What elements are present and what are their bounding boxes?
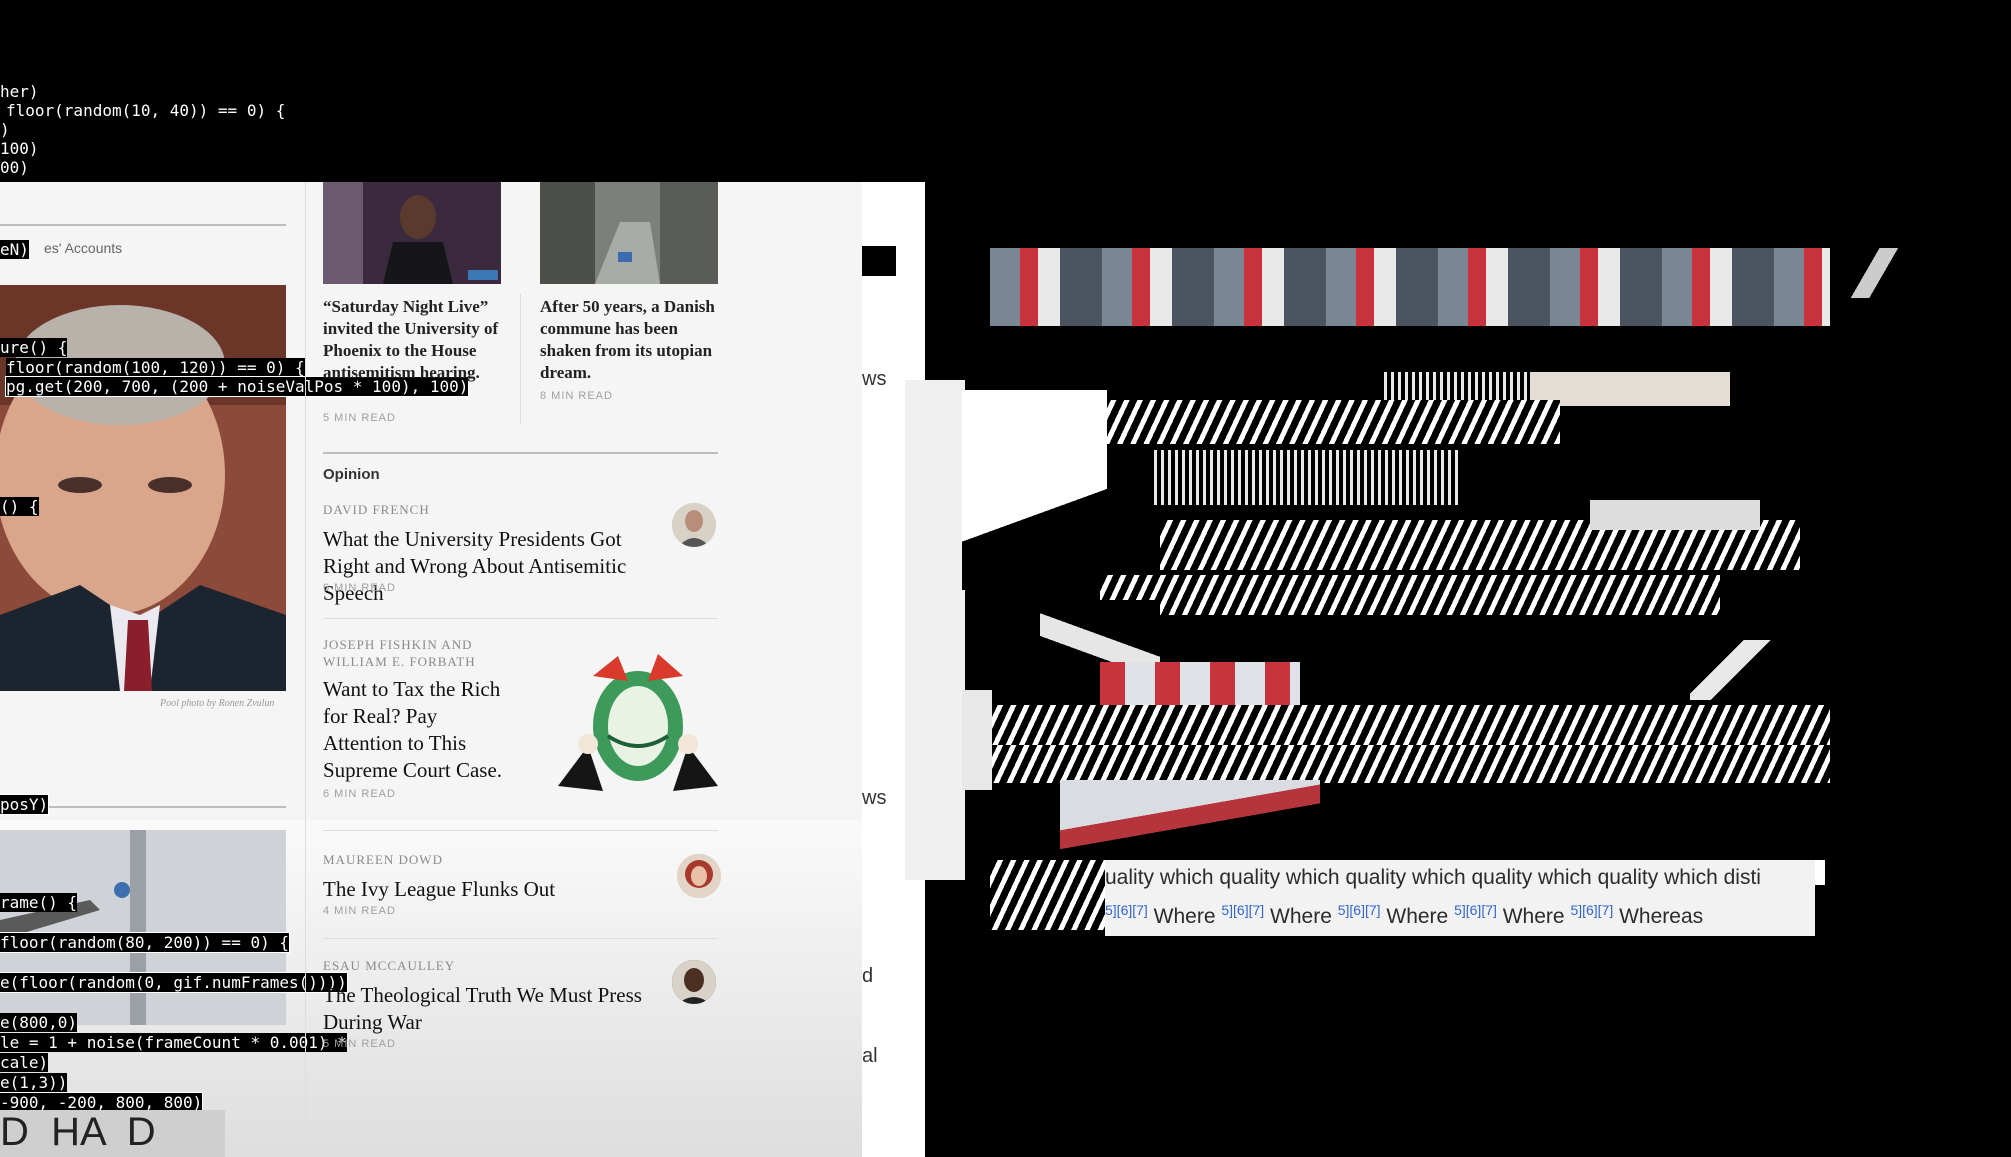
accounts-label: es' Accounts (44, 240, 123, 256)
code-fragment: eN) (0, 240, 29, 259)
glitch-block (1815, 860, 1825, 885)
code-line: floor(random(10, 40)) == 0) { (6, 101, 286, 120)
code-line: e(800,0) (0, 1013, 78, 1032)
author-byline[interactable]: ESAU MCCAULLEY (323, 958, 455, 974)
glitch-block (1150, 450, 1460, 505)
glitch-edge (905, 380, 965, 880)
divider (323, 618, 718, 619)
edge-text-fragment: d (862, 965, 874, 987)
code-line: cale) (0, 1053, 49, 1072)
divider (323, 938, 718, 939)
read-time: 5 MIN READ (323, 1038, 396, 1050)
glitch-block (962, 390, 1107, 590)
code-line: ) (0, 120, 10, 139)
read-time: 8 MIN READ (540, 390, 613, 402)
glitch-block (962, 690, 992, 790)
opinion-headline[interactable]: The Ivy League Flunks Out (323, 876, 653, 903)
column-rule (305, 182, 306, 1157)
edge-text-fragment: al (862, 1045, 878, 1067)
code-line: rame() { (0, 893, 78, 912)
wiki-word: Whereas (1619, 905, 1704, 928)
code-line: ure() { (0, 338, 68, 357)
glitch-block (990, 860, 1105, 930)
code-line: posY) (0, 794, 50, 815)
citation-refs[interactable]: 5][6][7] (1221, 902, 1264, 918)
glitch-block (1530, 372, 1730, 406)
building-illustration (0, 830, 286, 1025)
code-line: le = 1 + noise(frameCount * 0.001) * (0, 1033, 347, 1052)
glitch-block (1590, 500, 1760, 530)
code-line: floor(random(100, 120)) == 0) { (6, 358, 305, 377)
opinion-headline[interactable]: The Theological Truth We Must Press Duri… (323, 982, 653, 1036)
glitch-block (1830, 248, 1925, 298)
opinion-headline[interactable]: Want to Tax the Rich for Real? Pay Atten… (323, 676, 518, 784)
story-headline[interactable]: After 50 years, a Danish commune has bee… (540, 296, 720, 384)
glitch-block (1690, 640, 1810, 700)
citation-refs[interactable]: 5][6][7] (1338, 902, 1381, 918)
wiki-word: Where (1502, 905, 1565, 928)
code-line: her) (0, 82, 39, 101)
photo-credit: Pool photo by Ronen Zvulun (160, 698, 275, 709)
code-line: floor(random(80, 200)) == 0) { (0, 932, 290, 953)
author-byline[interactable]: DAVID FRENCH (323, 502, 430, 518)
edge-text-fragment: ws (862, 368, 887, 390)
divider (0, 224, 286, 226)
divider (323, 452, 718, 454)
wiki-text-strip: uality which quality which quality which… (1105, 860, 1815, 936)
wiki-word: Where (1386, 905, 1449, 928)
citation-refs[interactable]: 5][6][7] (1570, 902, 1613, 918)
glitch-block (1040, 600, 1160, 670)
code-line: e(floor(random(0, gif.numFrames()))) (0, 972, 348, 993)
wiki-text-row: uality which quality which quality which… (1105, 866, 1761, 889)
opinion-headline[interactable]: What the University Presidents Got Right… (323, 526, 653, 607)
author-byline[interactable]: JOSEPH FISHKIN AND WILLIAM E. FORBATH (323, 636, 503, 670)
commune-photo[interactable] (540, 182, 718, 284)
citation-refs[interactable]: 5][6][7] (1454, 902, 1497, 918)
wiki-word: Where (1153, 905, 1216, 928)
building-photo (0, 830, 286, 1025)
glitch-block (990, 705, 1830, 745)
citation-refs[interactable]: 5][6][7] (1105, 902, 1148, 918)
code-line: 100) (0, 139, 39, 158)
read-time: 6 MIN READ (323, 582, 396, 594)
glitch-block (1100, 575, 1720, 615)
glitch-block (990, 745, 1830, 783)
glitch-photo-strip (990, 248, 1830, 326)
money-court-illustration (558, 654, 718, 791)
opinion-label[interactable]: Opinion (323, 466, 380, 483)
opinion-illustration (548, 636, 728, 811)
read-time: 4 MIN READ (323, 905, 396, 917)
author-avatar (672, 960, 716, 1004)
glitch-edge (862, 246, 896, 276)
edge-text-fragment: ws (862, 787, 887, 809)
author-byline[interactable]: MAUREEN DOWD (323, 852, 443, 868)
code-line: 00) (0, 158, 29, 177)
commune-illustration (540, 182, 718, 284)
code-line: e(1,3)) (0, 1073, 68, 1092)
author-avatar (677, 854, 721, 898)
glitch-block (1060, 780, 1320, 860)
wiki-word: Where (1270, 905, 1332, 928)
snl-photo[interactable] (323, 182, 501, 284)
divider (323, 830, 718, 831)
snl-illustration (323, 182, 501, 284)
glitch-block (1090, 400, 1560, 444)
story-headline[interactable]: “Saturday Night Live” invited the Univer… (323, 296, 501, 384)
read-time: 5 MIN READ (323, 412, 396, 424)
code-line: () { (0, 497, 39, 516)
read-time: 6 MIN READ (323, 788, 396, 800)
author-avatar (672, 503, 716, 547)
wiki-text-row: 5][6][7] Where 5][6][7] Where 5][6][7] W… (1105, 902, 1703, 929)
sign-text: D HA D (0, 1110, 225, 1157)
column-rule (520, 294, 521, 424)
glitch-block (1100, 662, 1300, 710)
